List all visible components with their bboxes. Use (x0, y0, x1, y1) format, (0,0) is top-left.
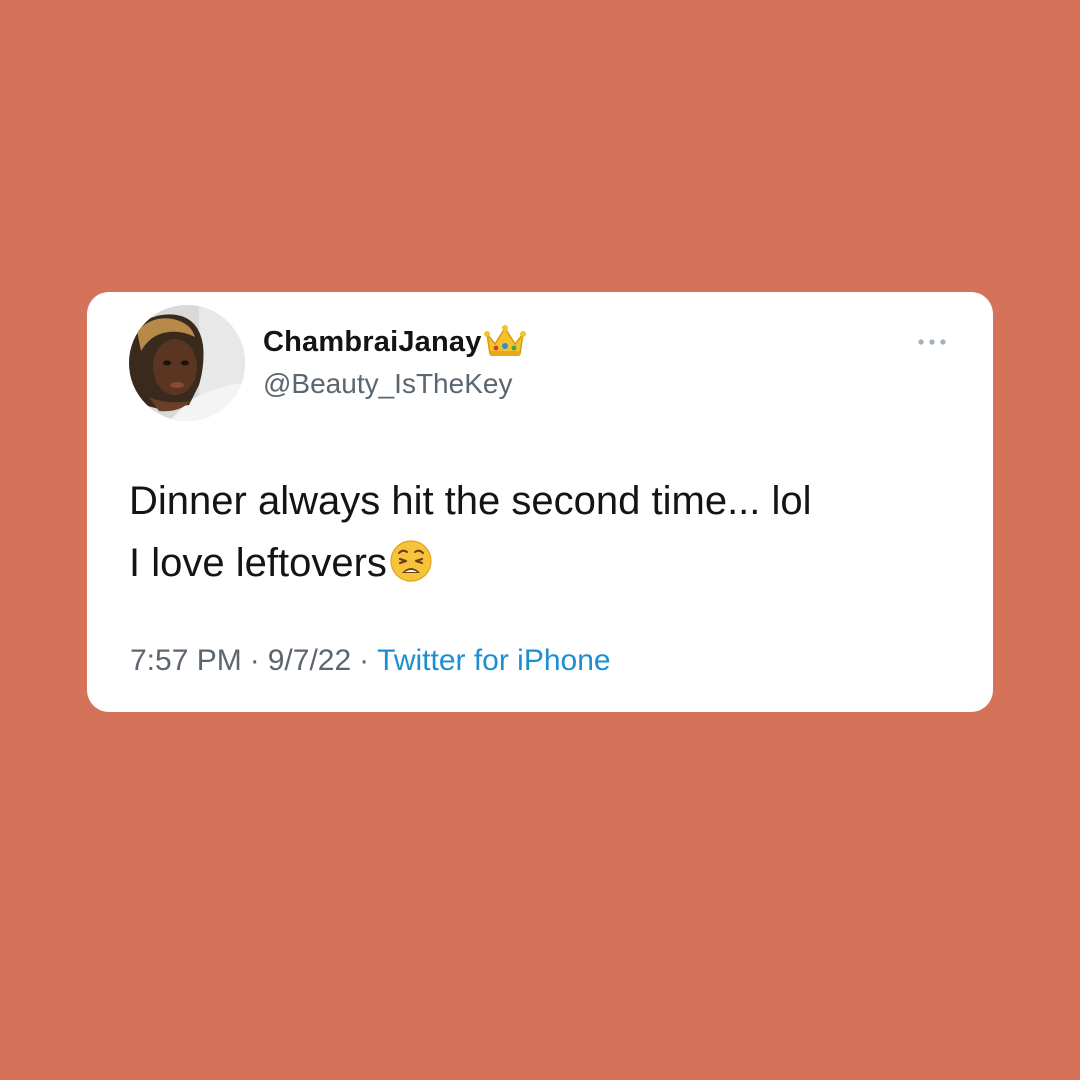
tweet-source-link[interactable]: Twitter for iPhone (377, 644, 610, 677)
tweet-date[interactable]: 9/7/22 (268, 644, 351, 677)
more-horizontal-icon (918, 339, 946, 345)
tweet-text-line-2-wrapper: I love leftovers (129, 532, 959, 594)
tweet-text-line-2: I love leftovers (129, 541, 387, 585)
tweet-card: ChambraiJanay @Beauty_IsTheKey Dinner al… (87, 292, 993, 712)
avatar[interactable] (129, 305, 245, 421)
meta-separator: · (359, 644, 370, 677)
meta-separator: · (249, 644, 260, 677)
more-options-button[interactable] (915, 332, 949, 352)
tweet-text-line-1: Dinner always hit the second time... lol (129, 479, 812, 523)
weary-face-emoji-icon (389, 539, 433, 583)
tweet-text: Dinner always hit the second time... lol… (129, 470, 959, 594)
tweet-meta: 7:57 PM · 9/7/22 · Twitter for iPhone (130, 644, 611, 678)
display-name[interactable]: ChambraiJanay (263, 326, 482, 359)
crown-emoji-icon (483, 324, 527, 360)
display-name-row[interactable]: ChambraiJanay (263, 322, 527, 362)
handle[interactable]: @Beauty_IsTheKey (263, 368, 512, 400)
tweet-time[interactable]: 7:57 PM (130, 644, 242, 677)
avatar-photo (129, 305, 245, 421)
